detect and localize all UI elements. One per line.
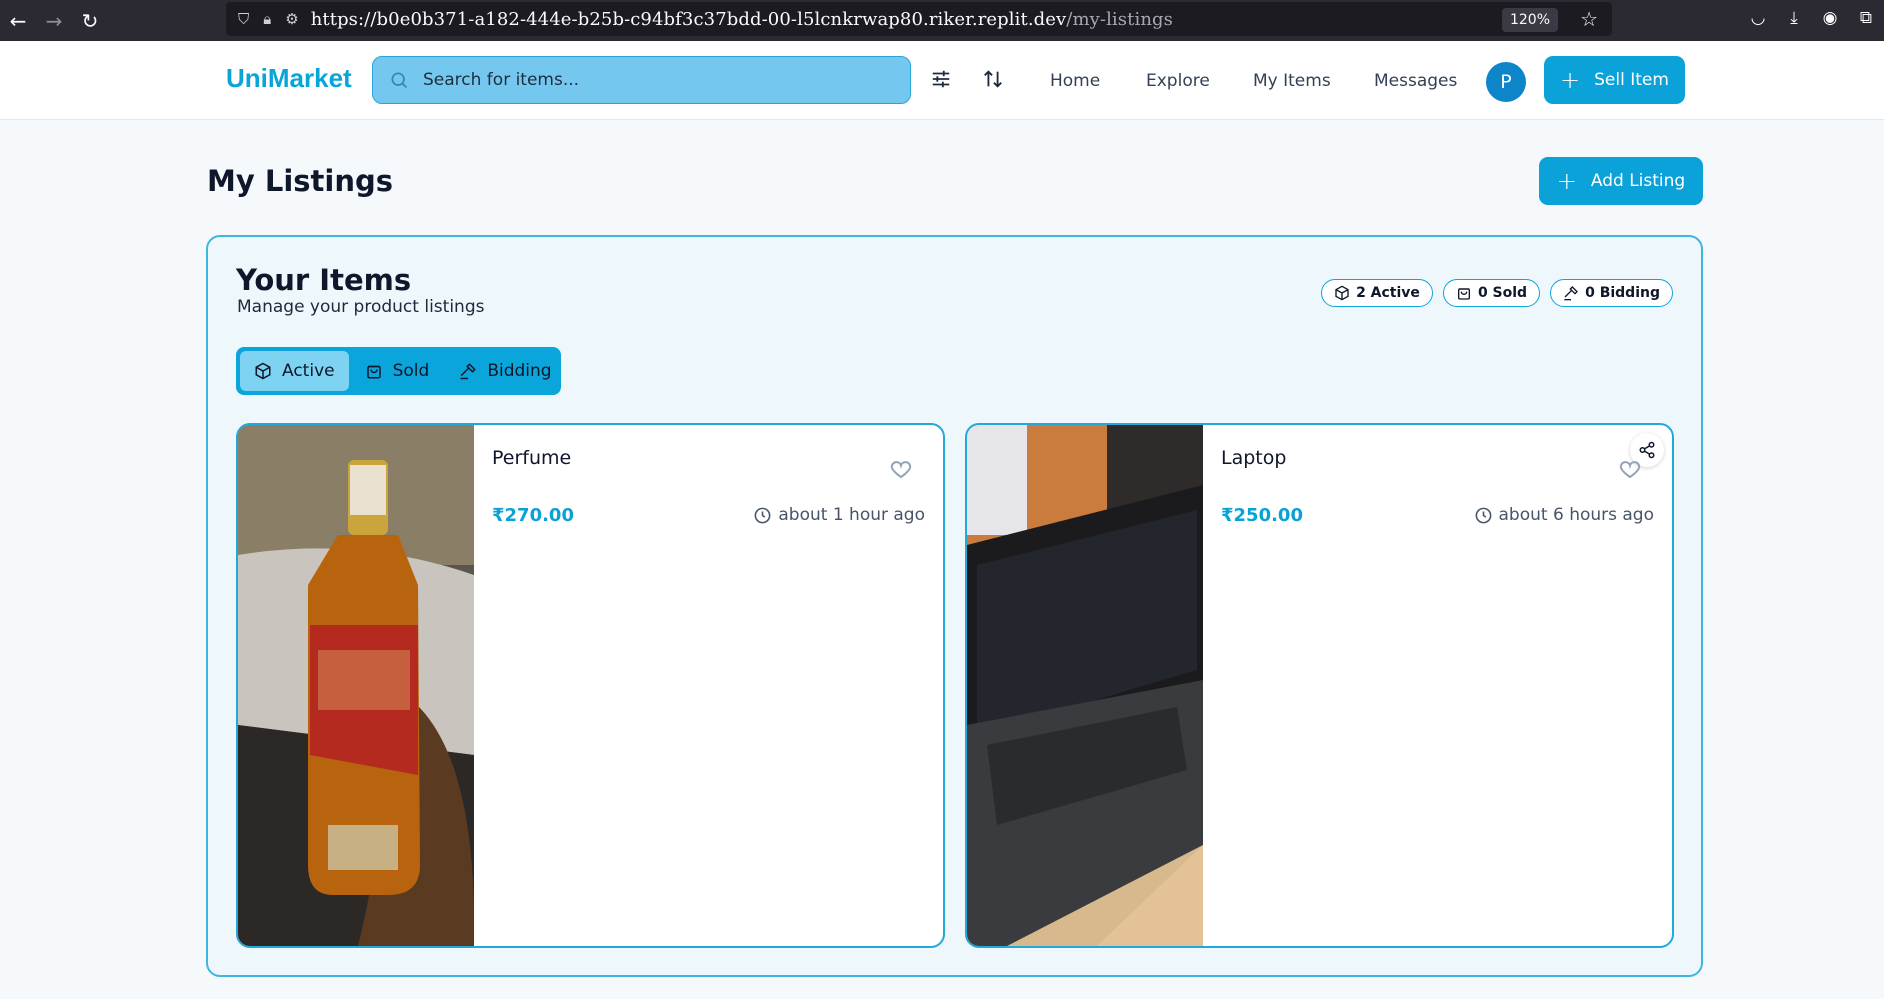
listing-price: ₹270.00 xyxy=(492,505,574,526)
sort-arrows-icon[interactable] xyxy=(979,65,1007,93)
sold-count-label: 0 Sold xyxy=(1477,285,1528,301)
extensions-icon[interactable]: ⧉ xyxy=(1848,0,1884,36)
address-bar[interactable]: ⛉ 🔒︎ ⚙ https://b0e0b371-a182-444e-b25b-c… xyxy=(226,2,1612,36)
bidding-count-label: 0 Bidding xyxy=(1585,285,1660,301)
browser-toolbar: ← → ↻ ⛉ 🔒︎ ⚙ https://b0e0b371-a182-444e-… xyxy=(0,0,1884,41)
bookmark-star-icon[interactable]: ☆ xyxy=(1580,7,1598,31)
active-count-label: 2 Active xyxy=(1356,285,1420,301)
tab-sold[interactable]: Sold xyxy=(351,351,444,391)
sold-count-badge: 0 Sold xyxy=(1442,279,1541,307)
page-title: My Listings xyxy=(207,164,394,198)
account-icon[interactable]: ◉ xyxy=(1812,0,1848,36)
tab-active[interactable]: Active xyxy=(240,351,349,391)
avatar[interactable]: P xyxy=(1486,62,1526,102)
search-bar[interactable] xyxy=(372,56,911,104)
zoom-level[interactable]: 120% xyxy=(1501,8,1558,32)
add-listing-label: Add Listing xyxy=(1590,171,1686,191)
nav-messages[interactable]: Messages xyxy=(1374,71,1457,91)
panel-title: Your Items xyxy=(236,263,412,297)
lock-icon[interactable]: 🔒︎ xyxy=(263,10,271,28)
pocket-icon[interactable]: ◡ xyxy=(1740,0,1776,36)
listing-title[interactable]: Perfume xyxy=(492,447,571,469)
package-icon xyxy=(255,362,271,380)
sell-item-button[interactable]: + Sell Item xyxy=(1544,56,1685,104)
nav-my-items[interactable]: My Items xyxy=(1253,71,1331,91)
search-icon xyxy=(391,72,408,89)
reload-icon[interactable]: ↻ xyxy=(72,3,108,39)
shield-icon[interactable]: ⛉ xyxy=(238,10,249,28)
listing-time: about 1 hour ago xyxy=(753,505,925,525)
plus-icon: + xyxy=(1556,167,1577,195)
download-icon[interactable]: ⤓ xyxy=(1776,0,1812,36)
nav-explore[interactable]: Explore xyxy=(1146,71,1210,91)
gavel-icon xyxy=(1564,286,1579,301)
gavel-icon xyxy=(460,363,477,380)
nav-home[interactable]: Home xyxy=(1050,71,1100,91)
panel-subtitle: Manage your product listings xyxy=(237,297,485,317)
logo[interactable]: UniMarket xyxy=(226,63,352,94)
filter-sliders-icon[interactable] xyxy=(927,65,955,93)
tab-active-label: Active xyxy=(282,361,335,381)
back-icon[interactable]: ← xyxy=(0,3,36,39)
clock-icon xyxy=(754,507,771,523)
forward-icon[interactable]: → xyxy=(36,3,72,39)
tab-bidding[interactable]: Bidding xyxy=(445,351,565,391)
app-header: UniMarket Home Explore My Items Messages… xyxy=(0,41,1884,120)
listing-tabs: Active Sold Bidding xyxy=(236,347,561,395)
product-image[interactable] xyxy=(238,425,474,946)
listing-title[interactable]: Laptop xyxy=(1221,447,1286,469)
listing-card[interactable]: Perfume ₹270.00 about 1 hour ago xyxy=(236,423,945,948)
heart-icon[interactable] xyxy=(889,457,913,481)
bidding-count-badge: 0 Bidding xyxy=(1550,279,1673,307)
active-count-badge: 2 Active xyxy=(1321,279,1433,307)
product-image[interactable] xyxy=(967,425,1203,946)
stats-badges: 2 Active 0 Sold 0 Bidding xyxy=(1321,279,1673,307)
sell-item-label: Sell Item xyxy=(1594,70,1669,90)
listing-price: ₹250.00 xyxy=(1221,505,1303,526)
plus-icon: + xyxy=(1560,66,1581,94)
site-settings-icon[interactable]: ⚙ xyxy=(285,10,298,28)
items-panel: Your Items Manage your product listings … xyxy=(206,235,1703,977)
shopping-bag-icon xyxy=(1457,288,1470,300)
listing-time-label: about 6 hours ago xyxy=(1498,505,1654,525)
clock-icon xyxy=(1475,507,1491,523)
shopping-bag-icon xyxy=(366,365,381,379)
add-listing-button[interactable]: + Add Listing xyxy=(1539,157,1703,205)
listing-time: about 6 hours ago xyxy=(1474,505,1654,525)
package-icon xyxy=(1335,285,1349,301)
heart-icon[interactable] xyxy=(1618,457,1642,481)
listing-time-label: about 1 hour ago xyxy=(778,505,925,525)
search-input[interactable] xyxy=(423,70,883,90)
tab-sold-label: Sold xyxy=(392,361,430,381)
url-text[interactable]: https://b0e0b371-a182-444e-b25b-c94bf3c3… xyxy=(311,9,1173,30)
tab-bidding-label: Bidding xyxy=(487,361,552,381)
listing-card[interactable]: Laptop ₹250.00 about 6 hours ago xyxy=(965,423,1674,948)
